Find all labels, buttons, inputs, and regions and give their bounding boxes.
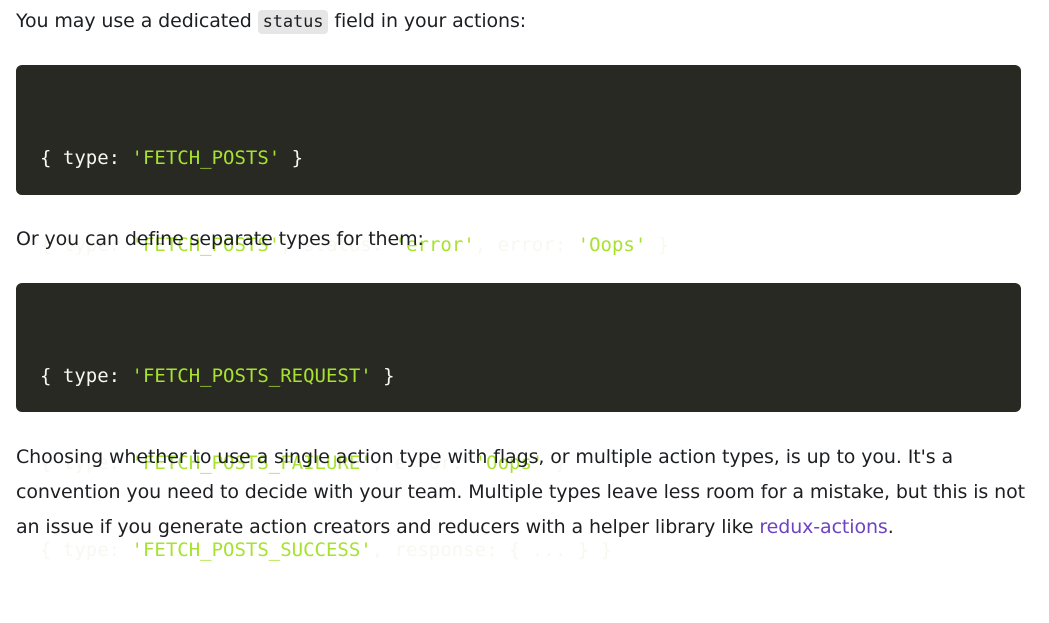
code-line: { type: 'FETCH_POSTS' } (40, 144, 997, 173)
code-string-token: 'FETCH_POSTS_REQUEST' (131, 365, 372, 387)
closing-end: . (887, 516, 894, 538)
separate-types-paragraph: Or you can define separate types for the… (16, 228, 424, 250)
code-token: , error: (474, 234, 578, 256)
code-string-token: 'FETCH_POSTS' (131, 147, 281, 169)
code-token: { type: (40, 147, 132, 169)
code-token: } (371, 365, 395, 387)
intro-text-before: You may use a dedicated (16, 10, 258, 32)
code-token: { type: (40, 365, 132, 387)
code-string-token: 'Oops' (577, 234, 647, 256)
redux-actions-link[interactable]: redux-actions (759, 516, 887, 538)
code-line: { type: 'FETCH_POSTS_REQUEST' } (40, 362, 997, 391)
closing-paragraph: Choosing whether to use a single action … (16, 440, 1046, 545)
intro-text-after: field in your actions: (328, 10, 527, 32)
code-token: } (280, 147, 304, 169)
code-block-separate-types: { type: 'FETCH_POSTS_REQUEST' } { type: … (16, 283, 1021, 561)
code-block-status-field: { type: 'FETCH_POSTS' } { type: 'FETCH_P… (16, 65, 1021, 343)
inline-code-status: status (257, 10, 329, 34)
intro-paragraph: You may use a dedicated status field in … (16, 4, 526, 40)
code-token: } (646, 234, 670, 256)
